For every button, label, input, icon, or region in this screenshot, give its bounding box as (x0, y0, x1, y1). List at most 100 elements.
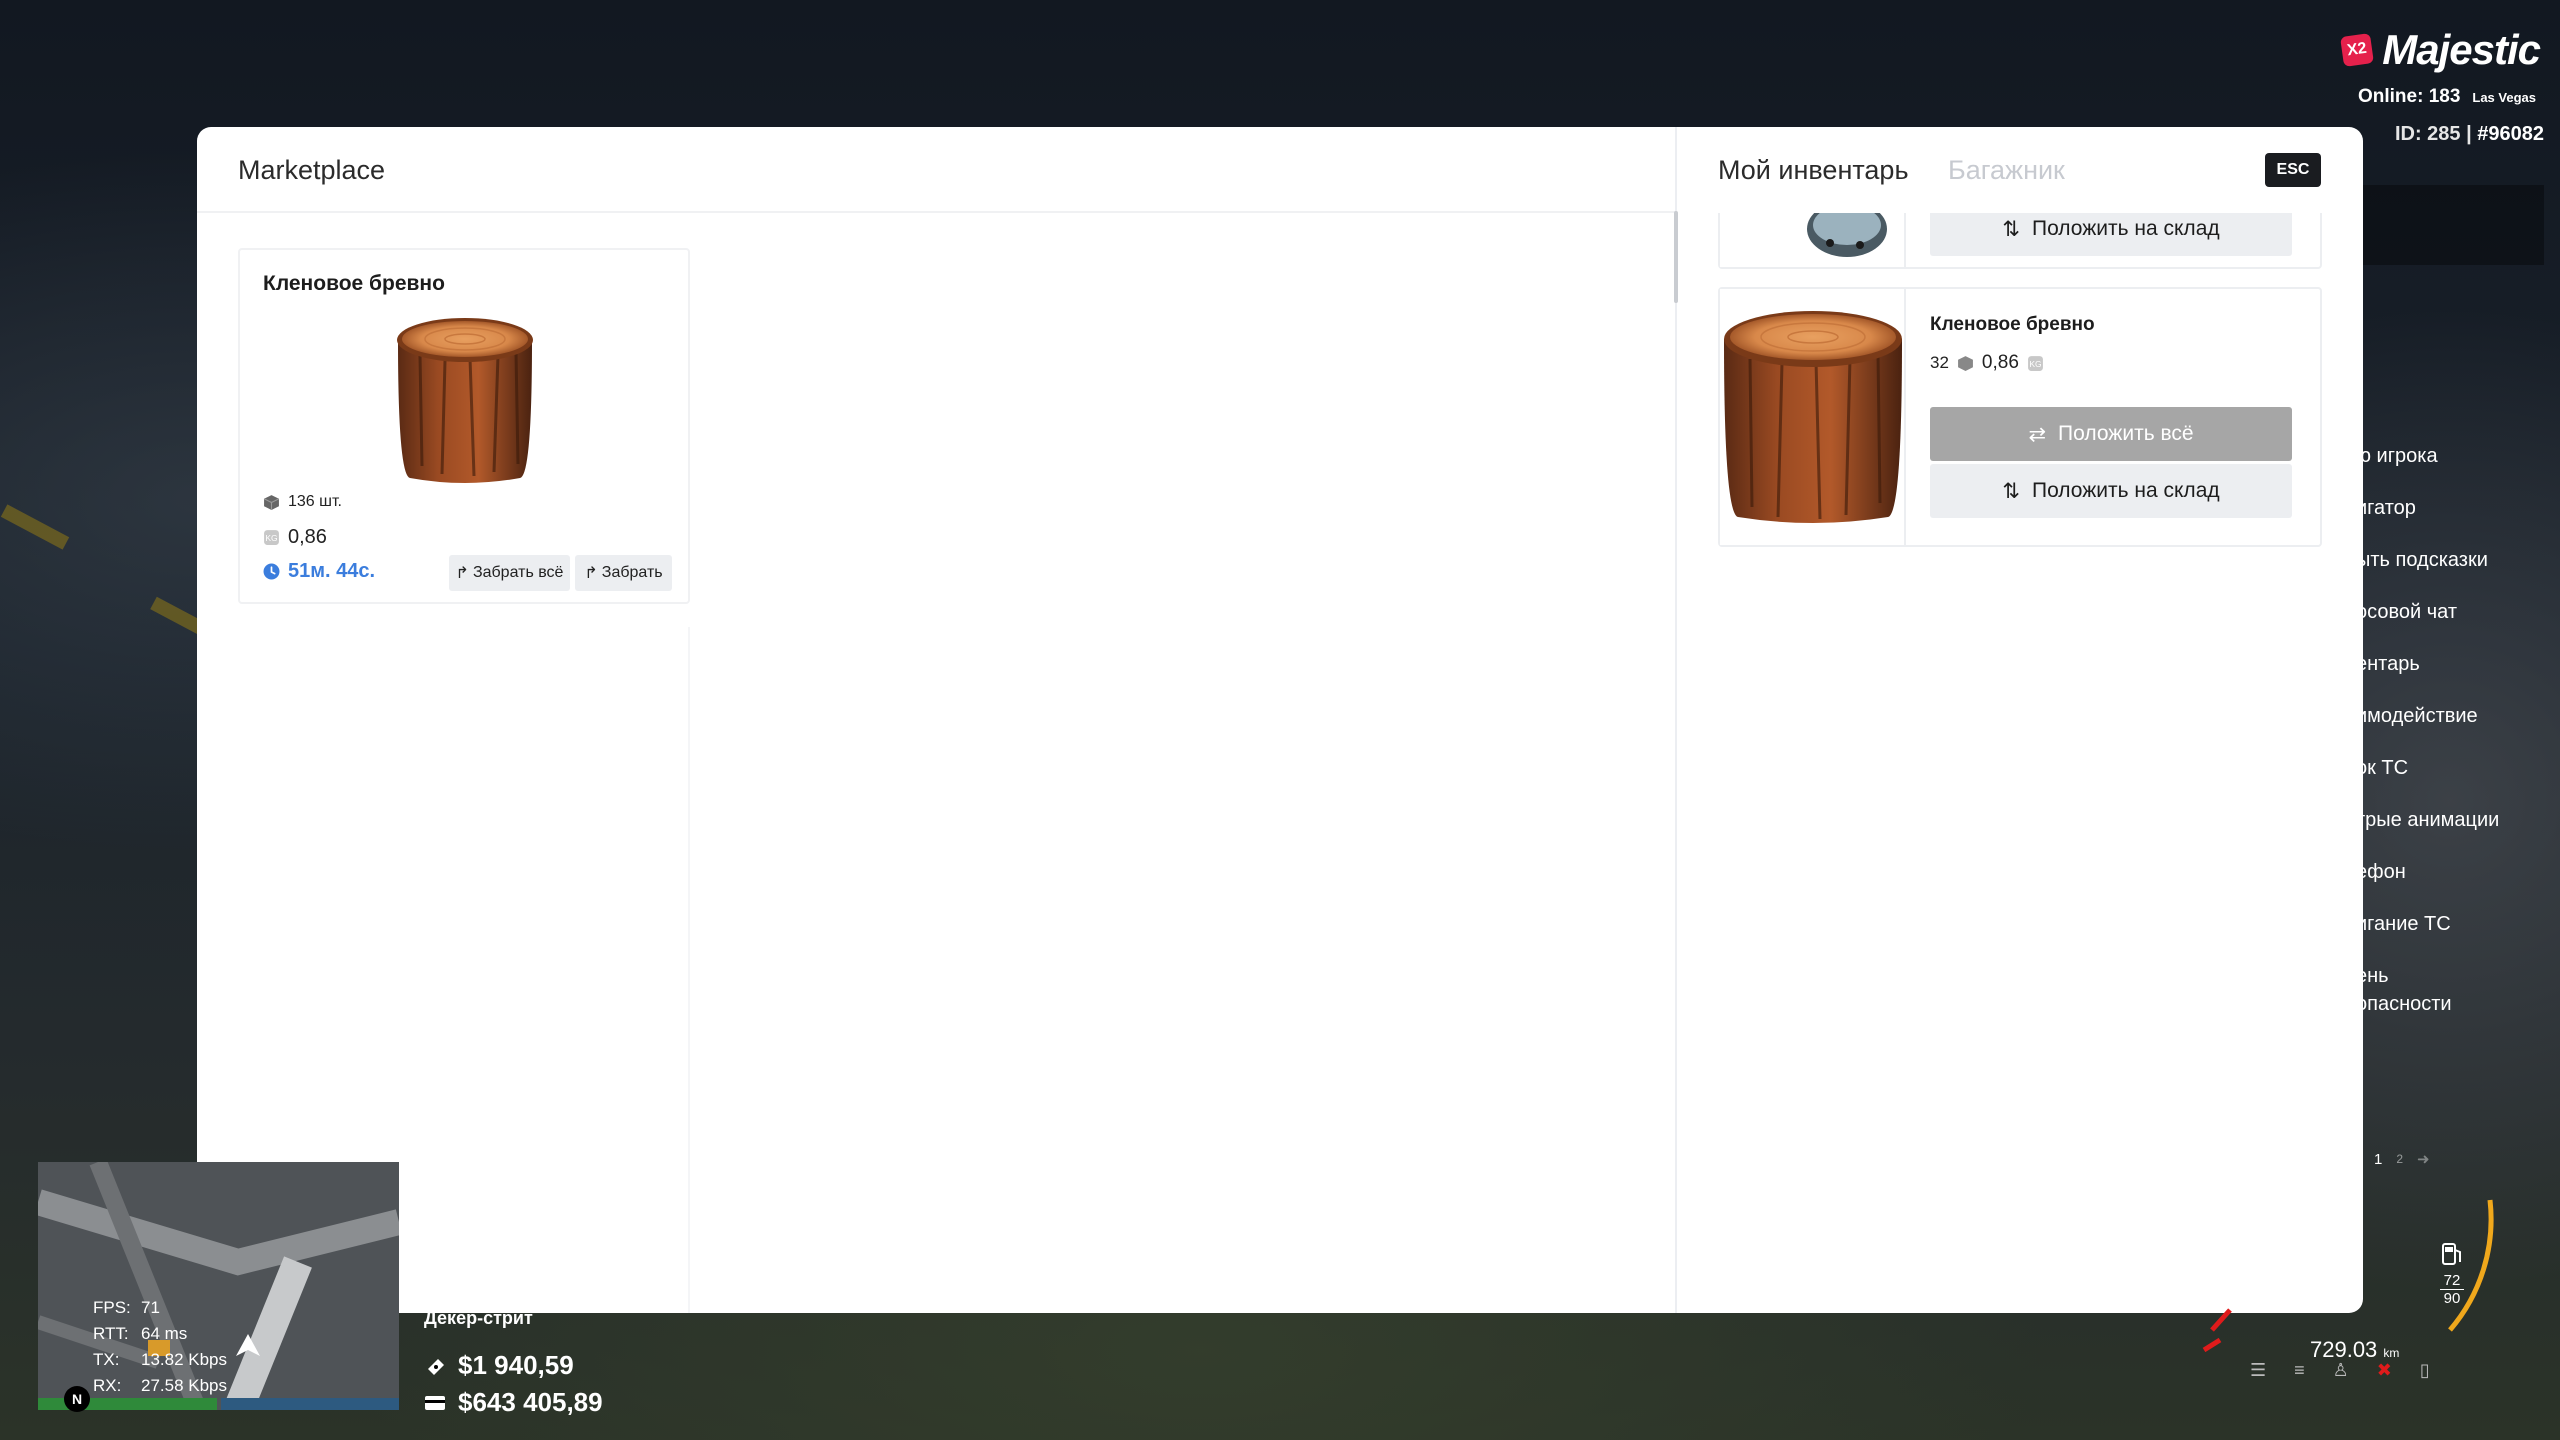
low-beam-icon: ≡ (2294, 1360, 2305, 1380)
listing-timer: 51м. 44с. (263, 560, 375, 583)
side-menu-item: ю игрока (2356, 445, 2438, 467)
put-all-button[interactable]: ⇄ Положить всё (1930, 407, 2292, 461)
esc-close-button[interactable]: ESC (2265, 153, 2321, 187)
hud-pager: 1 2 ➜ (2374, 1150, 2430, 1169)
svg-text:KG: KG (265, 533, 277, 543)
side-menu-item: игатор (2356, 497, 2416, 519)
listing-timer-value: 51м. 44с. (288, 560, 376, 582)
inventory-pane: Мой инвентарь Багажник ESC ⇅ Положить на… (1677, 127, 2363, 1313)
side-menu-item: ентарь (2356, 653, 2420, 675)
weight-kg-icon: KG (264, 530, 279, 545)
listing-name: Кленовое бревно (263, 272, 445, 295)
take-button[interactable]: ↱ Забрать (575, 555, 672, 591)
store-button[interactable]: ⇅ Положить на склад (1930, 213, 2292, 256)
marketplace-modal: Marketplace Кленовое бревно 136 шт. KG 0… (197, 127, 2363, 1313)
stat-value: 13.82 Kbps (141, 1350, 228, 1369)
vehicle-indicators: ☰ ≡ ♙ ✖ ▯ (2250, 1360, 2430, 1381)
tab-my-inventory[interactable]: Мой инвентарь (1718, 155, 1909, 186)
take-all-label: Забрать всё (472, 564, 564, 581)
bank-balance: $643 405,89 (424, 1387, 603, 1418)
engine-icon: ✖ (2376, 1360, 2392, 1380)
take-label: Забрать (601, 564, 663, 581)
side-menu-item: трые анимации (2356, 809, 2500, 831)
fuel-icon (2442, 1243, 2461, 1265)
stat-label: RX: (93, 1376, 122, 1395)
stat-label: TX: (93, 1350, 120, 1369)
maple-log-image (397, 318, 533, 483)
listing-quantity: 136 шт. (263, 493, 342, 511)
bank-value: $643 405,89 (458, 1387, 603, 1417)
listing-quantity-value: 136 шт. (288, 493, 342, 510)
stat-label: RTT: (93, 1324, 129, 1343)
box-icon (263, 494, 280, 510)
server-city: Las Vegas (2472, 89, 2536, 105)
side-menu-item: ыть подсказки (2356, 549, 2488, 571)
side-menu-item: имодействие (2356, 705, 2478, 727)
store-label: Положить на склад (2031, 217, 2220, 240)
inventory-item-count: 32 (1930, 353, 1949, 372)
stat-label: FPS: (93, 1298, 131, 1317)
seatbelt-icon: ♙ (2332, 1360, 2349, 1380)
net-stats: FPS: 71 RTT: 64 ms TX: 13.82 Kbps RX: 27.58 … (93, 1295, 227, 1399)
swap-horizontal-icon: ⇄ (2028, 422, 2047, 446)
fuel-max: 90 (2443, 1290, 2461, 1307)
odometer-value: 729.03 (2310, 1337, 2378, 1362)
side-menu: ю игрока игатор ыть подсказки осовой чат… (2356, 442, 2556, 1015)
brand-name: Majestic (2382, 26, 2541, 73)
svg-text:KG: KG (2029, 359, 2041, 369)
inventory-item-meta: 32 0,86 KG (1930, 352, 2044, 374)
swap-vertical-icon: ⇅ (2002, 217, 2020, 241)
brand-x2-badge: X2 (2340, 33, 2375, 67)
odometer-unit: km (2383, 1346, 2400, 1360)
stat-value: 71 (141, 1298, 160, 1317)
north-indicator: N (64, 1386, 90, 1412)
swap-vertical-icon: ⇅ (2002, 479, 2020, 503)
inventory-list: ⇅ Положить на склад Кленовое бревно 32 0… (1677, 213, 2363, 1313)
street-name: Декер-стрит (424, 1308, 533, 1328)
clock-icon (263, 563, 280, 580)
share-arrow-icon: ↱ (455, 565, 469, 582)
fuel-current: 72 (2440, 1272, 2464, 1290)
tab-trunk[interactable]: Багажник (1948, 155, 2065, 186)
store-button[interactable]: ⇅ Положить на склад (1930, 464, 2292, 518)
side-menu-item: игание ТС (2356, 913, 2451, 935)
put-all-label: Положить всё (2058, 422, 2194, 445)
side-menu-item: ок ТС (2356, 757, 2409, 779)
health-armor-bar (38, 1398, 399, 1410)
card-icon (425, 1395, 445, 1410)
arrow-right-icon: ➜ (2417, 1151, 2430, 1168)
share-arrow-icon: ↱ (584, 565, 598, 582)
listing-weight-value: 0,86 (288, 526, 327, 548)
listing-card[interactable]: Кленовое бревно 136 шт. KG 0,86 51м. 44с… (238, 248, 690, 604)
side-menu-item: ефон (2356, 861, 2406, 883)
maple-log-image (1724, 311, 1902, 523)
stat-value: 27.58 Kbps (141, 1376, 228, 1395)
pager-page: 2 (2396, 1152, 2404, 1166)
box-icon (1957, 355, 1973, 371)
side-panel-background (2362, 185, 2544, 265)
side-menu-item: ень опасности (2356, 965, 2452, 1015)
marketplace-title: Marketplace (238, 155, 386, 185)
cash-value: $1 940,59 (458, 1350, 574, 1380)
fuel-gauge: 72 90 (2440, 1240, 2464, 1307)
grid-divider (688, 627, 690, 1313)
player-id-value: #96082 (2477, 123, 2544, 145)
header-divider (197, 211, 1675, 213)
stat-value: 64 ms (141, 1324, 188, 1343)
pager-page: 1 (2374, 1150, 2383, 1168)
inventory-item-card[interactable]: ⇅ Положить на склад (1718, 213, 2322, 269)
take-all-button[interactable]: ↱ Забрать всё (449, 555, 570, 591)
store-label: Положить на склад (2031, 479, 2220, 502)
weight-kg-icon: KG (2027, 355, 2043, 371)
inventory-item-name: Кленовое бревно (1930, 314, 2095, 335)
online-label: Online: 183 (2357, 86, 2461, 107)
listing-weight: KG 0,86 (263, 526, 327, 549)
inventory-item-thumb (1720, 213, 1906, 267)
inventory-item-thumb (1720, 289, 1906, 545)
brand-logo: X2 Majestic (2340, 26, 2541, 74)
cash-balance: $1 940,59 (424, 1350, 574, 1381)
marketplace-pane: Marketplace Кленовое бревно 136 шт. KG 0… (197, 127, 1675, 1313)
side-menu-item: осовой чат (2356, 601, 2457, 623)
inventory-item-card[interactable]: Кленовое бревно 32 0,86 KG ⇄ Положить вс… (1718, 287, 2322, 547)
online-counter: Online: 183 Las Vegas (2358, 86, 2536, 108)
